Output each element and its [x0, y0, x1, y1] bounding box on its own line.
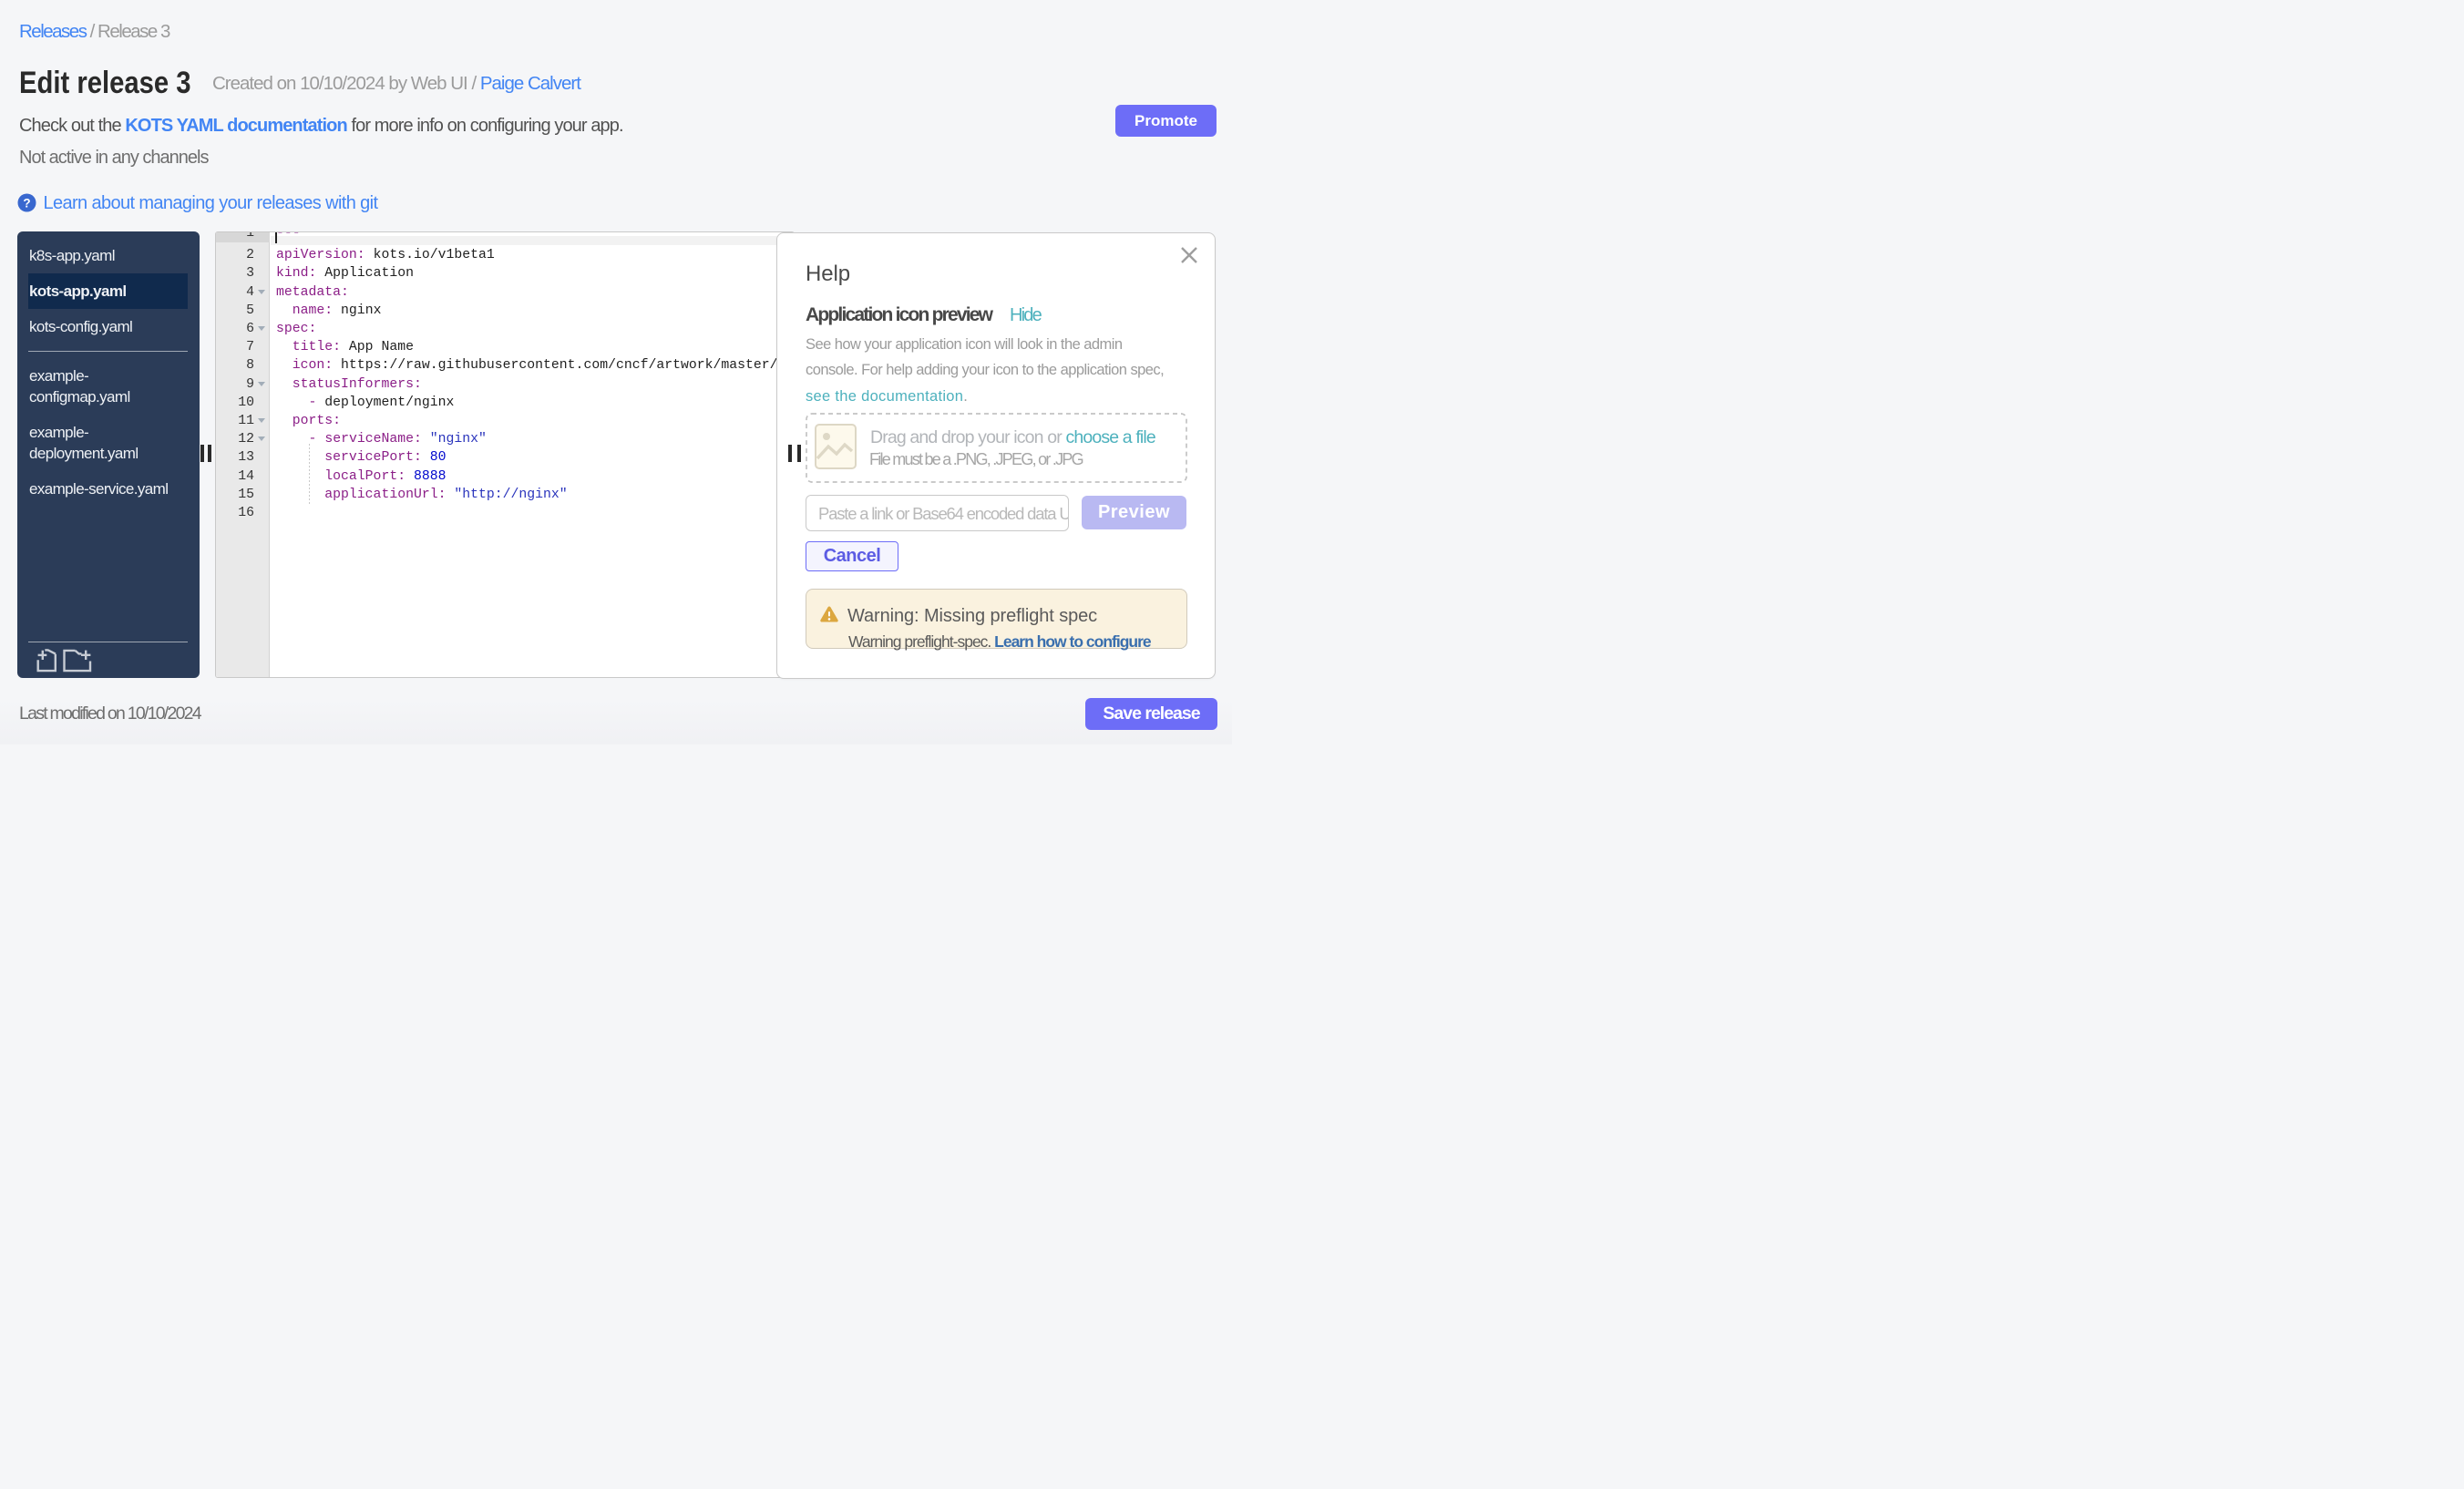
svg-text:?: ?: [23, 196, 30, 210]
